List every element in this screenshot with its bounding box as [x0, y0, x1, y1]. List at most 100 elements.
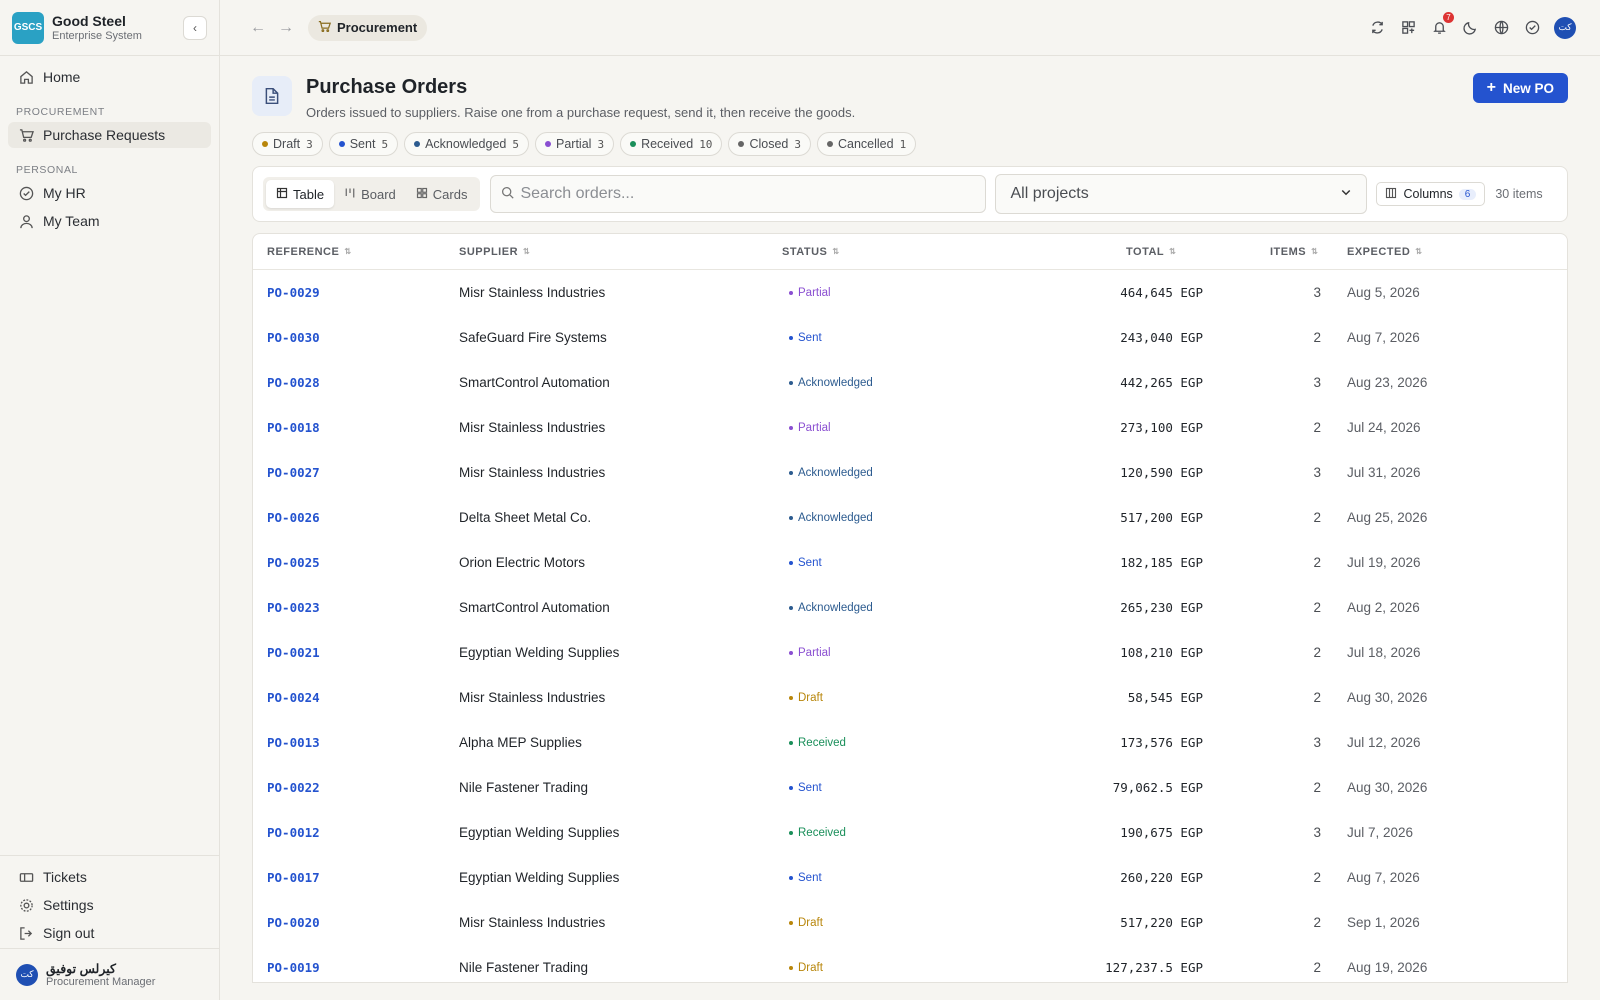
- status-dot: [789, 830, 793, 835]
- order-total: 265,230 EGP: [1120, 600, 1203, 615]
- po-reference-link[interactable]: PO-0022: [267, 780, 320, 795]
- po-reference-link[interactable]: PO-0013: [267, 735, 320, 750]
- status-chip-acknowledged[interactable]: Acknowledged 5: [404, 132, 529, 156]
- ticket-icon: [18, 869, 34, 885]
- cart-icon: [18, 127, 34, 143]
- project-select[interactable]: All projects: [995, 174, 1368, 214]
- status-chip-closed[interactable]: Closed 3: [728, 132, 811, 156]
- orders-table: REFERENCE ⇅ SUPPLIER ⇅ STATUS ⇅ TOTAL ⇅ ITEM…: [252, 233, 1568, 983]
- column-header-items[interactable]: ITEMS ⇅: [1270, 246, 1318, 258]
- check-circle-icon[interactable]: [1523, 18, 1542, 37]
- table-row[interactable]: PO-0017 Egyptian Welding Supplies Sent 260,…: [253, 855, 1567, 900]
- po-reference-link[interactable]: PO-0026: [267, 510, 320, 525]
- user-role: Procurement Manager: [46, 976, 156, 988]
- table-row[interactable]: PO-0027 Misr Stainless Industries Acknowle…: [253, 450, 1567, 495]
- globe-icon[interactable]: [1492, 18, 1511, 37]
- sidebar-item-home[interactable]: Home: [8, 64, 211, 90]
- status-dot: [789, 425, 793, 430]
- brand-name: Good Steel: [52, 13, 126, 29]
- status-chip-partial[interactable]: Partial 3: [535, 132, 615, 156]
- status-label: Received: [798, 826, 846, 839]
- expected-date: Aug 25, 2026: [1347, 510, 1428, 525]
- bell-icon[interactable]: 7: [1430, 12, 1454, 37]
- item-count: 3: [1313, 735, 1321, 750]
- sidebar-item-label: Settings: [43, 897, 94, 913]
- po-reference-link[interactable]: PO-0020: [267, 915, 320, 930]
- supplier-name: Misr Stainless Industries: [459, 420, 606, 435]
- apps-icon[interactable]: [1399, 18, 1418, 37]
- po-reference-link[interactable]: PO-0018: [267, 420, 320, 435]
- status-chip-received[interactable]: Received 10: [620, 132, 723, 156]
- breadcrumb[interactable]: Procurement: [308, 14, 428, 41]
- sidebar-item-purchase-requests[interactable]: Purchase Requests: [8, 122, 211, 148]
- table-row[interactable]: PO-0020 Misr Stainless Industries Draft 517…: [253, 900, 1567, 945]
- collapse-sidebar-button[interactable]: ‹: [183, 15, 207, 40]
- refresh-icon[interactable]: [1368, 18, 1387, 37]
- expected-date: Aug 7, 2026: [1347, 330, 1420, 345]
- status-label: Sent: [798, 331, 822, 344]
- table-row[interactable]: PO-0025 Orion Electric Motors Sent 182,185 …: [253, 540, 1567, 585]
- status-chip-draft[interactable]: Draft 3: [252, 132, 323, 156]
- po-reference-link[interactable]: PO-0030: [267, 330, 320, 345]
- view-board-button[interactable]: Board: [334, 180, 406, 208]
- table-row[interactable]: PO-0030 SafeGuard Fire Systems Sent 243,040…: [253, 315, 1567, 360]
- sidebar-item-label: Home: [43, 69, 81, 85]
- avatar[interactable]: كت: [1554, 16, 1576, 39]
- expected-date: Aug 5, 2026: [1347, 285, 1420, 300]
- po-reference-link[interactable]: PO-0012: [267, 825, 320, 840]
- item-count: 2: [1313, 555, 1321, 570]
- column-header-expected[interactable]: EXPECTED ⇅: [1347, 246, 1423, 258]
- po-reference-link[interactable]: PO-0029: [267, 285, 320, 300]
- sidebar-item-settings[interactable]: Settings: [8, 892, 211, 918]
- search-input[interactable]: [520, 185, 976, 203]
- table-row[interactable]: PO-0028 SmartControl Automation Acknowledg…: [253, 360, 1567, 405]
- sidebar-item-sign-out[interactable]: Sign out: [8, 920, 211, 946]
- status-dot: [789, 740, 793, 745]
- po-reference-link[interactable]: PO-0023: [267, 600, 320, 615]
- table-row[interactable]: PO-0021 Egyptian Welding Supplies Partial 1…: [253, 630, 1567, 675]
- column-header-total[interactable]: TOTAL ⇅: [1126, 246, 1176, 258]
- new-po-button[interactable]: + New PO: [1472, 73, 1568, 103]
- status-chip-label: Sent: [349, 137, 376, 151]
- table-row[interactable]: PO-0029 Misr Stainless Industries Partial 4…: [253, 270, 1567, 315]
- forward-arrow-icon[interactable]: →: [272, 19, 300, 37]
- view-label: Cards: [432, 186, 468, 202]
- back-arrow-icon[interactable]: ←: [244, 19, 272, 37]
- columns-button[interactable]: Columns 6: [1376, 182, 1486, 206]
- column-header-status[interactable]: STATUS ⇅: [782, 246, 840, 258]
- table-icon: [276, 187, 288, 202]
- po-reference-link[interactable]: PO-0017: [267, 870, 320, 885]
- po-reference-link[interactable]: PO-0024: [267, 690, 320, 705]
- table-row[interactable]: PO-0024 Misr Stainless Industries Draft 58,…: [253, 675, 1567, 720]
- item-count: 3: [1313, 375, 1321, 390]
- table-row[interactable]: PO-0026 Delta Sheet Metal Co. Acknowledged…: [253, 495, 1567, 540]
- status-chip-sent[interactable]: Sent 5: [328, 132, 399, 156]
- status-chip-cancelled[interactable]: Cancelled 1: [816, 132, 917, 156]
- table-row[interactable]: PO-0012 Egyptian Welding Supplies Received…: [253, 810, 1567, 855]
- supplier-name: Egyptian Welding Supplies: [459, 825, 620, 840]
- table-row[interactable]: PO-0023 SmartControl Automation Acknowledg…: [253, 585, 1567, 630]
- table-row[interactable]: PO-0022 Nile Fastener Trading Sent 79,062.5…: [253, 765, 1567, 810]
- table-row[interactable]: PO-0019 Nile Fastener Trading Draft 127,237…: [253, 945, 1567, 982]
- status-label: Partial: [798, 286, 831, 299]
- order-total: 464,645 EGP: [1120, 285, 1203, 300]
- sidebar-item-tickets[interactable]: Tickets: [8, 864, 211, 890]
- document-icon: [252, 76, 292, 116]
- po-reference-link[interactable]: PO-0028: [267, 375, 320, 390]
- status-chip-label: Acknowledged: [425, 137, 507, 151]
- po-reference-link[interactable]: PO-0025: [267, 555, 320, 570]
- sidebar-item-my-hr[interactable]: My HR: [8, 180, 211, 206]
- po-reference-link[interactable]: PO-0027: [267, 465, 320, 480]
- po-reference-link[interactable]: PO-0019: [267, 960, 320, 975]
- column-header-reference[interactable]: REFERENCE ⇅: [267, 246, 352, 258]
- column-header-supplier[interactable]: SUPPLIER ⇅: [459, 246, 530, 258]
- table-row[interactable]: PO-0013 Alpha MEP Supplies Received 173,576…: [253, 720, 1567, 765]
- sidebar-item-my-team[interactable]: My Team: [8, 208, 211, 234]
- moon-icon[interactable]: [1461, 18, 1480, 37]
- table-row[interactable]: PO-0018 Misr Stainless Industries Partial 2…: [253, 405, 1567, 450]
- view-cards-button[interactable]: Cards: [406, 180, 478, 208]
- status-dot: [789, 515, 793, 520]
- user-profile[interactable]: كت كيرلس توفيق Procurement Manager: [0, 948, 219, 1000]
- po-reference-link[interactable]: PO-0021: [267, 645, 320, 660]
- view-table-button[interactable]: Table: [266, 180, 335, 208]
